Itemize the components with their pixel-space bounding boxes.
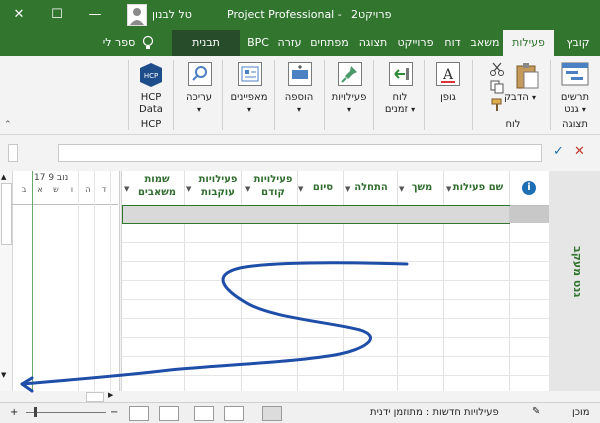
- ready-status: מוכן: [572, 407, 590, 418]
- zoom-slider[interactable]: [26, 412, 106, 413]
- sheet-view-icon[interactable]: [224, 406, 244, 421]
- status-bar: מוכן ✎ פעילויות חדשות : מתוזמן ידנית − +: [0, 402, 600, 423]
- task-usage-view-icon[interactable]: [129, 406, 149, 421]
- calendar-view-icon[interactable]: [194, 406, 214, 421]
- resource-view-icon[interactable]: [262, 406, 282, 421]
- zoom-in-button[interactable]: +: [10, 407, 18, 418]
- gantt-view-icon[interactable]: [159, 406, 179, 421]
- pin-icon: ✎: [532, 406, 541, 417]
- pen-annotation: [20, 261, 409, 393]
- zoom-slider-handle[interactable]: [34, 407, 37, 417]
- zoom-out-button[interactable]: −: [110, 407, 118, 418]
- new-tasks-mode[interactable]: פעילויות חדשות : מתוזמן ידנית: [370, 407, 499, 418]
